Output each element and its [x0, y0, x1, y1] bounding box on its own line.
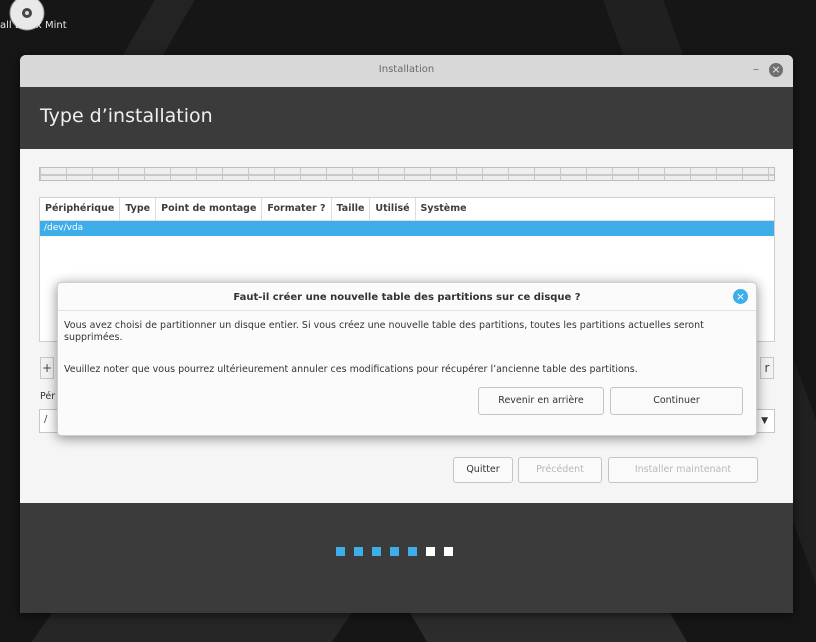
progress-dot-complete [390, 547, 399, 556]
column-header[interactable]: Taille [332, 198, 371, 220]
page-header: Type d’installation [20, 87, 793, 149]
dialog-title: Faut-il créer une nouvelle table des par… [233, 292, 581, 303]
progress-dot-pending [426, 547, 435, 556]
confirm-dialog: Faut-il créer une nouvelle table des par… [57, 282, 757, 436]
progress-dots [336, 547, 453, 556]
dialog-close-icon[interactable]: × [733, 289, 748, 304]
dialog-divider [58, 310, 756, 311]
window-title: Installation [378, 64, 435, 75]
progress-dot-complete [336, 547, 345, 556]
progress-dot-complete [408, 547, 417, 556]
progress-dot-complete [354, 547, 363, 556]
partition-bar [39, 167, 775, 181]
back-button[interactable]: Revenir en arrière [478, 387, 604, 415]
device-cell: /dev/vda [44, 223, 84, 233]
quit-button[interactable]: Quitter [453, 457, 513, 483]
dialog-note: Veuillez noter que vous pourrez ultérieu… [64, 364, 638, 375]
page-title: Type d’installation [40, 105, 213, 127]
select-value: / [44, 414, 48, 425]
dialog-message: Vous avez choisi de partitionner un disq… [64, 320, 704, 343]
column-header[interactable]: Utilisé [370, 198, 416, 220]
column-header[interactable]: Périphérique [40, 198, 121, 220]
close-button[interactable]: × [769, 63, 783, 77]
progress-dot-pending [444, 547, 453, 556]
progress-dot-complete [372, 547, 381, 556]
install-now-button[interactable]: Installer maintenant [608, 457, 758, 483]
table-header: Périphérique Type Point de montage Forma… [40, 198, 774, 221]
column-header[interactable]: Type [120, 198, 157, 220]
title-bar[interactable]: Installation – × [20, 55, 793, 88]
continue-button[interactable]: Continuer [610, 387, 743, 415]
minimize-button[interactable]: – [753, 62, 759, 76]
column-header[interactable]: Point de montage [156, 198, 263, 220]
column-header[interactable]: Système [416, 198, 774, 220]
chevron-down-icon: ▼ [761, 416, 768, 426]
desktop-icon-label[interactable]: all Linux Mint [0, 20, 67, 31]
column-header[interactable]: Formater ? [262, 198, 332, 220]
previous-button[interactable]: Précédent [518, 457, 602, 483]
add-partition-button[interactable]: + [40, 357, 54, 379]
bootloader-device-label: Pér [40, 391, 56, 402]
table-row[interactable]: /dev/vda [40, 221, 774, 236]
change-partition-button[interactable]: r [760, 357, 774, 379]
progress-footer [20, 503, 793, 613]
